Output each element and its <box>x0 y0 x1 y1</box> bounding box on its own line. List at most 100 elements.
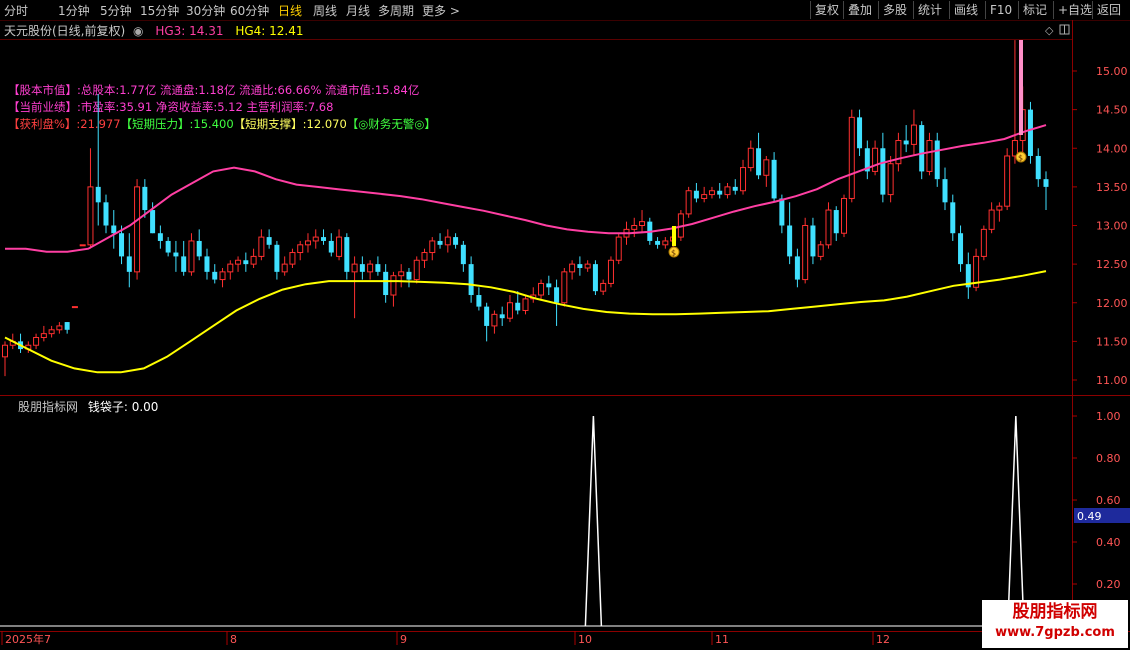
diamond-icon[interactable]: ◇ <box>1045 24 1054 37</box>
candle-body <box>569 263 576 273</box>
candle-body <box>910 124 917 145</box>
candle-body <box>367 263 374 273</box>
candle-body <box>996 205 1003 211</box>
candle-body <box>71 306 78 309</box>
candle-body <box>802 225 809 281</box>
candle-body <box>491 313 498 327</box>
watermark: 股朋指标网 www.7gpzb.com <box>982 600 1128 648</box>
candle-body <box>173 252 179 257</box>
candle-body <box>375 264 381 272</box>
candle-body <box>95 186 101 203</box>
candle-body <box>103 202 109 226</box>
candle-body <box>359 264 365 272</box>
candle-body <box>515 302 521 311</box>
candle-body <box>219 271 226 281</box>
candle-body <box>429 240 436 254</box>
indicator-tick-label: 0.80 <box>1096 452 1121 465</box>
candle-body <box>708 190 715 196</box>
date-label: 8 <box>230 633 237 646</box>
candle-body <box>841 197 848 234</box>
candle-body <box>157 233 163 241</box>
candle-body <box>926 140 933 172</box>
candle-body <box>506 302 513 319</box>
candle-body <box>111 225 117 234</box>
candle-body <box>980 228 987 257</box>
candle-body <box>64 322 70 330</box>
candle-body <box>942 179 948 203</box>
price-tick-label: 12.00 <box>1096 297 1128 310</box>
candle-body <box>600 282 607 292</box>
candle-body <box>732 186 738 191</box>
candle-body <box>344 237 350 272</box>
candle-body <box>546 283 552 288</box>
price-tick-label: 13.00 <box>1096 220 1128 233</box>
candle-body <box>592 264 598 292</box>
candle-body <box>204 256 210 272</box>
candle-body <box>250 255 257 265</box>
candle-body <box>297 244 304 254</box>
candle-body <box>328 240 334 253</box>
candle-body <box>701 194 708 199</box>
candle-body <box>615 236 622 261</box>
candle-body <box>538 282 545 296</box>
candle-body <box>717 190 723 195</box>
candle-body <box>740 167 747 192</box>
date-label: 9 <box>400 633 407 646</box>
candle-body <box>304 240 311 246</box>
indicator-spike <box>584 415 603 627</box>
candle-body <box>747 147 754 169</box>
candle-body <box>919 125 925 172</box>
candle-body <box>460 244 466 265</box>
candle-body <box>779 198 785 226</box>
candle-body <box>857 117 863 149</box>
candle-body <box>40 333 47 339</box>
price-axis: 15.00 14.50 14.00 13.50 13.00 12.50 12.00 11.50… <box>1072 65 1128 387</box>
price-tick-label: 14.50 <box>1096 104 1128 117</box>
candle-body <box>87 186 94 246</box>
svg-text:$: $ <box>671 249 676 258</box>
date-label: 10 <box>578 633 592 646</box>
candle-body <box>1027 109 1033 156</box>
candle-body <box>499 314 505 319</box>
candle-body <box>390 275 397 296</box>
candle-body <box>351 263 358 273</box>
candle-body <box>787 225 793 257</box>
price-tick-label: 15.00 <box>1096 65 1128 78</box>
candle-body <box>406 271 412 280</box>
candle-body <box>398 271 405 277</box>
candle-body <box>227 263 234 273</box>
candle-body <box>212 271 218 280</box>
price-tick-label: 11.00 <box>1096 374 1128 387</box>
candle-body <box>281 263 288 273</box>
candle-body <box>413 259 420 281</box>
indicator-tick-label: 1.00 <box>1096 410 1121 423</box>
candle-body <box>756 148 762 176</box>
candle-body <box>685 190 692 215</box>
date-label: 12 <box>876 633 890 646</box>
candle-body <box>771 159 777 199</box>
candle-body <box>880 148 886 195</box>
moving-averages <box>4 124 1047 374</box>
candle-body <box>181 256 187 272</box>
indicator-tick-label: 0.20 <box>1096 578 1121 591</box>
candle-body <box>887 163 894 196</box>
candle-body <box>33 337 40 346</box>
candle-body <box>988 209 995 230</box>
indicator-spike <box>1007 415 1025 627</box>
watermark-url: www.7gpzb.com <box>995 625 1115 640</box>
candle-body <box>134 186 141 273</box>
candle-body <box>476 295 482 307</box>
kline-chart[interactable]: 15.00 14.50 14.00 13.50 13.00 12.50 12.00 11.50… <box>0 0 1130 650</box>
indicator-pane: 1.00 0.80 0.60 0.40 0.20 <box>0 410 1121 627</box>
candle-body <box>810 225 816 257</box>
candle-body <box>903 140 909 145</box>
date-label: 2025年7 <box>5 632 51 646</box>
candle-body <box>484 306 490 326</box>
candle-body <box>1035 155 1041 180</box>
candle-body <box>243 260 249 265</box>
candle-body <box>119 233 125 257</box>
candle-body <box>958 233 964 265</box>
candle-body <box>1004 155 1011 207</box>
candle-body <box>468 264 474 296</box>
candle-body <box>274 244 280 272</box>
